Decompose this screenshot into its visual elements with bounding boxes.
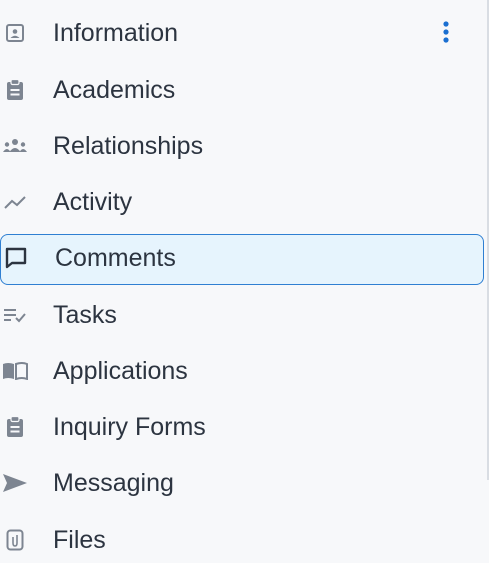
- menu-item-relationships[interactable]: Relationships: [0, 121, 484, 171]
- menu-item-label: Messaging: [53, 469, 174, 497]
- trend-line-icon: [2, 190, 28, 214]
- checklist-icon: [2, 303, 28, 327]
- menu-item-label: Tasks: [53, 301, 117, 329]
- menu-item-label: Comments: [55, 244, 176, 272]
- menu-item-label: Relationships: [53, 132, 204, 160]
- people-group-icon: [2, 134, 28, 158]
- menu-item-inquiry-forms[interactable]: Inquiry Forms: [0, 402, 484, 452]
- clipboard-icon: [2, 78, 28, 102]
- menu-item-applications[interactable]: Applications: [0, 346, 484, 396]
- menu-item-label: Applications: [53, 357, 188, 385]
- send-arrow-icon: [2, 471, 28, 495]
- menu-item-activity[interactable]: Activity: [0, 177, 484, 227]
- menu-item-information[interactable]: Information: [0, 8, 484, 58]
- menu-item-label: Files: [53, 526, 106, 554]
- attachment-file-icon: [2, 528, 28, 552]
- more-options-button[interactable]: [438, 20, 454, 48]
- contact-card-icon: [2, 21, 28, 45]
- menu-item-label: Information: [53, 19, 179, 47]
- menu-item-comments[interactable]: Comments: [0, 234, 484, 285]
- menu-item-tasks[interactable]: Tasks: [0, 290, 484, 340]
- menu-item-label: Activity: [53, 188, 133, 216]
- comment-bubble-icon: [3, 246, 29, 270]
- clipboard-icon: [2, 415, 28, 439]
- menu-item-messaging[interactable]: Messaging: [0, 458, 484, 508]
- menu-item-files[interactable]: Files: [0, 515, 484, 563]
- vertical-ellipsis-icon: [443, 21, 449, 43]
- menu-item-label: Academics: [53, 76, 176, 104]
- open-book-icon: [2, 359, 28, 383]
- menu-item-label: Inquiry Forms: [53, 413, 206, 441]
- record-navigation-menu: Information Academics Relationships Acti…: [0, 0, 489, 563]
- menu-item-academics[interactable]: Academics: [0, 65, 484, 115]
